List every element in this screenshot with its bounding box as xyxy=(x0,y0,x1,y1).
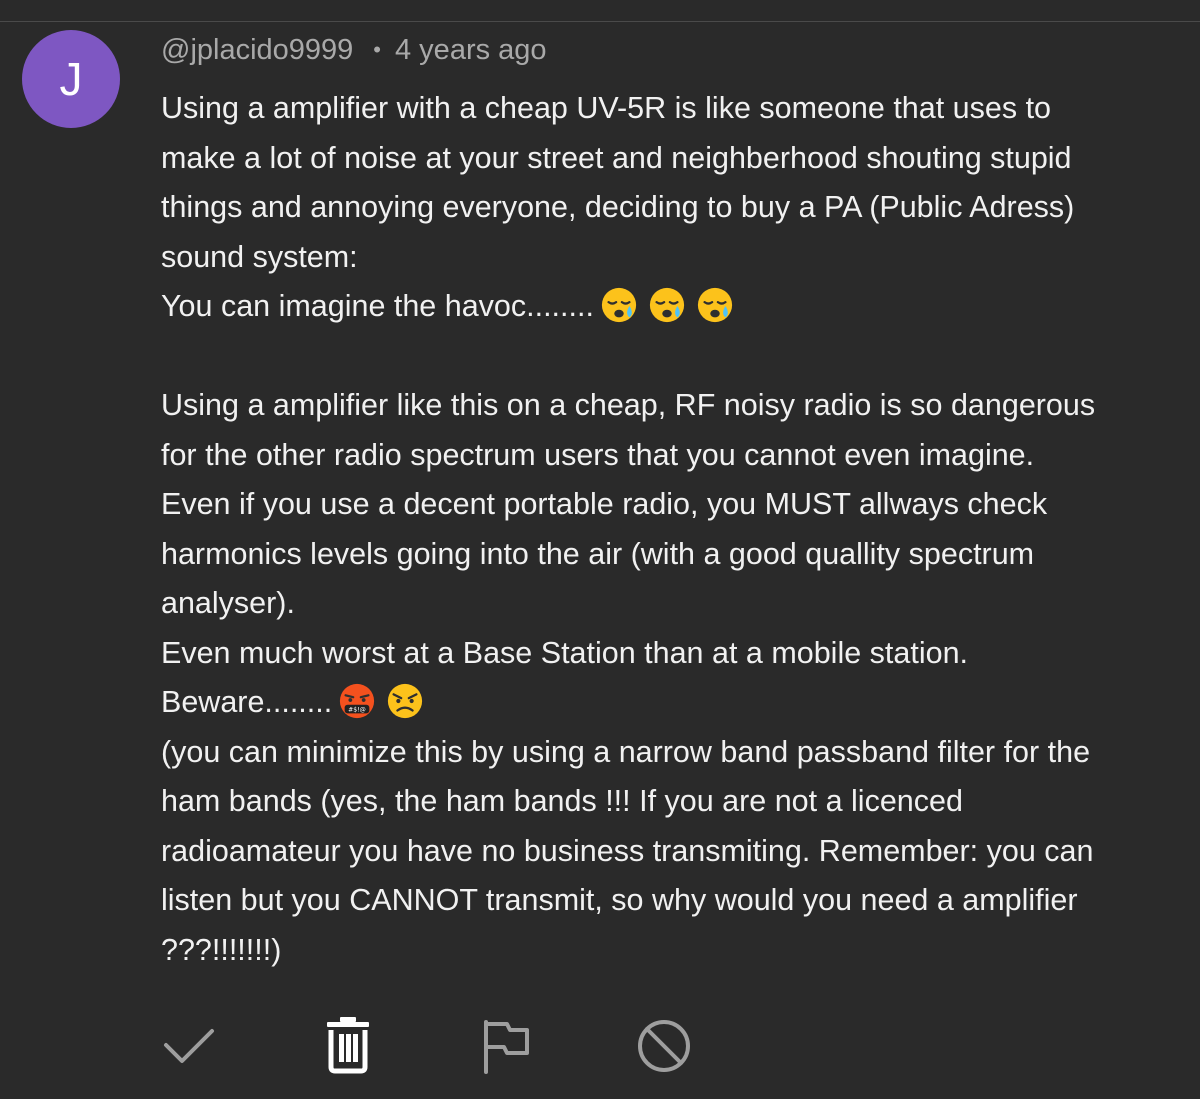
block-icon xyxy=(638,1020,690,1072)
comment-line: radioamateur you have no business transm… xyxy=(161,833,1094,868)
comment-line: sound system: xyxy=(161,239,358,274)
comment-line: Using a amplifier like this on a cheap, … xyxy=(161,388,1096,422)
comment-text: Using a amplifier with a cheap UV-5R is … xyxy=(161,84,1181,975)
comment-line-with-emoji: You can imagine the havoc........ xyxy=(161,282,1181,332)
report-button[interactable] xyxy=(477,1016,537,1076)
top-divider xyxy=(0,0,1200,22)
comment-actions xyxy=(0,1010,760,1080)
sleepy-face-emoji xyxy=(649,287,685,323)
face-with-symbols-on-mouth-emoji: #$!@ xyxy=(340,683,375,719)
comment-line: harmonics levels going into the air (wit… xyxy=(161,536,1035,571)
author-handle[interactable]: @jplacido9999 xyxy=(161,34,353,67)
comment-line: (you can minimize this by using a narrow… xyxy=(161,734,1091,769)
comment-line-text: You can imagine the havoc........ xyxy=(161,289,594,323)
avatar-letter: J xyxy=(59,53,83,105)
comment-line-with-emoji: Beware........ #$!@ xyxy=(161,678,1181,728)
comment-line: ???!!!!!!!) xyxy=(161,932,282,967)
svg-text:#$!@: #$!@ xyxy=(348,705,366,713)
sleepy-face-emoji xyxy=(697,287,733,323)
comment-line: Even much worst at a Base Station than a… xyxy=(161,635,968,670)
comment-line: listen but you CANNOT transmit, so why w… xyxy=(161,883,1078,917)
avatar[interactable]: J xyxy=(22,30,120,128)
comment-line: things and annoying everyone, deciding t… xyxy=(161,190,1075,224)
trash-icon xyxy=(327,1017,369,1074)
comment-timestamp[interactable]: 4 years ago xyxy=(395,34,547,67)
block-user-button[interactable] xyxy=(634,1016,694,1076)
comment-line: Using a amplifier with a cheap UV-5R is … xyxy=(161,91,1052,125)
comment-line-text: Beware........ xyxy=(161,685,333,719)
flag-icon xyxy=(484,1020,529,1074)
sleepy-face-emoji xyxy=(601,287,637,323)
comment-blank-line xyxy=(161,332,1181,382)
angry-face-emoji xyxy=(388,683,423,719)
comment-line: for the other radio spectrum users that … xyxy=(161,437,1035,472)
approve-button[interactable] xyxy=(158,1015,218,1075)
comment-line: analyser). xyxy=(161,586,295,620)
meta-separator: • xyxy=(373,37,381,62)
comment-line: ham bands (yes, the ham bands !!! If you… xyxy=(161,784,963,818)
comment-line: Even if you use a decent portable radio,… xyxy=(161,487,1048,521)
comment-meta: @jplacido9999 • 4 years ago xyxy=(161,28,547,72)
check-icon xyxy=(164,1029,214,1063)
delete-button[interactable] xyxy=(318,1014,378,1074)
comment-line: make a lot of noise at your street and n… xyxy=(161,140,1072,175)
